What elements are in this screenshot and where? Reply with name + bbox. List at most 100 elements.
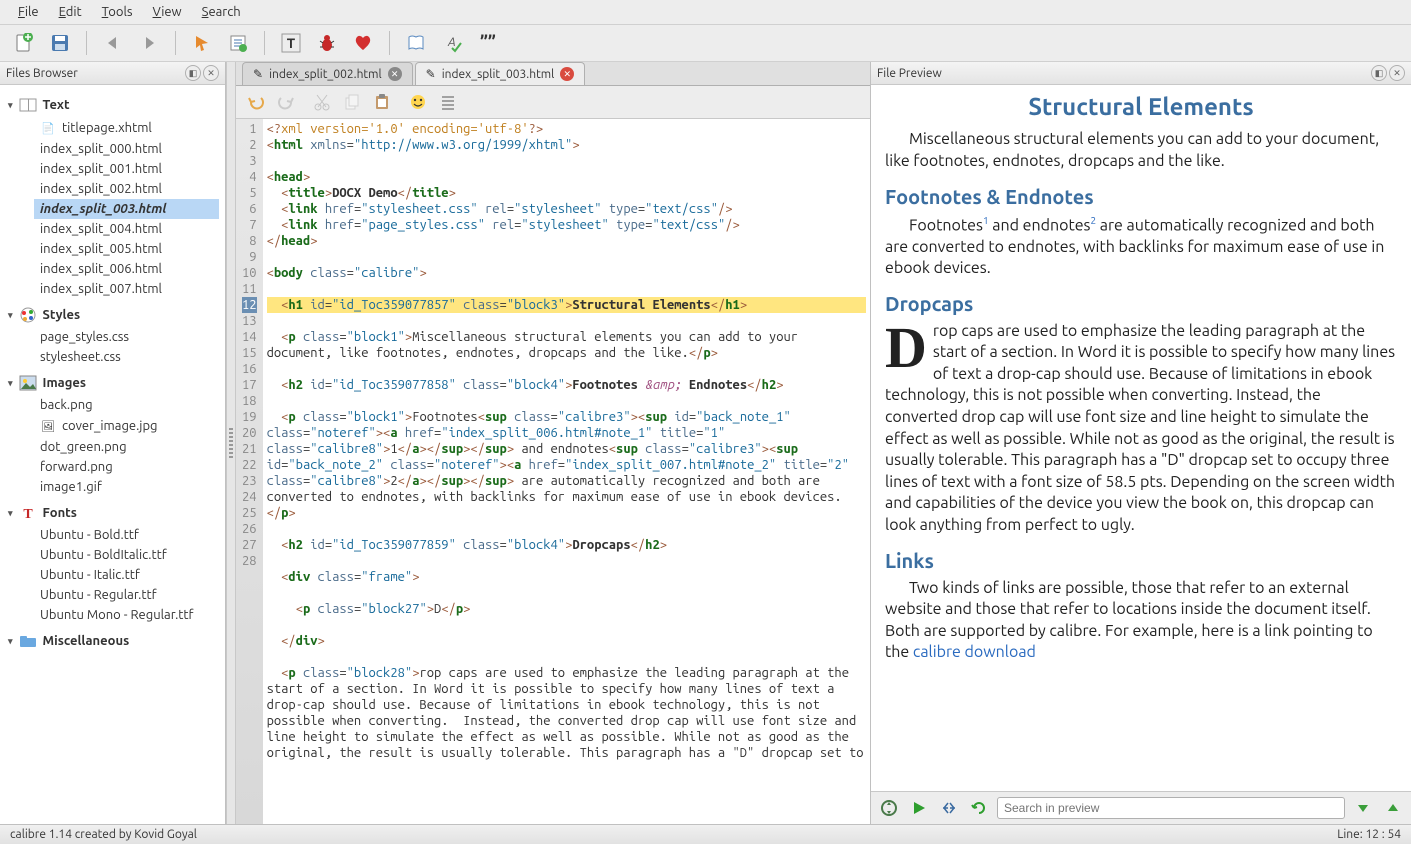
images-section-icon (19, 375, 37, 391)
play-button[interactable] (907, 796, 931, 820)
quote-button[interactable]: ”” (474, 29, 502, 57)
reload-button[interactable] (967, 796, 991, 820)
preview-h2-links: Links (885, 547, 1397, 574)
svg-text:T: T (287, 35, 296, 51)
tree-item[interactable]: 📄titlepage.xhtml (34, 117, 219, 139)
tree-item[interactable]: Ubuntu - BoldItalic.ttf (34, 545, 219, 565)
tree-section-miscellaneous[interactable]: ▾Miscellaneous (6, 629, 219, 653)
tree-item[interactable]: Ubuntu - Regular.ttf (34, 585, 219, 605)
toc-button[interactable] (224, 29, 252, 57)
spellcheck-button[interactable]: A (438, 29, 466, 57)
tree-item[interactable]: Ubuntu Mono - Regular.ttf (34, 605, 219, 625)
menu-tools[interactable]: Tools (92, 2, 143, 22)
tree-section-text[interactable]: ▾Text (6, 93, 219, 117)
pencil-icon: ✎ (426, 67, 436, 81)
files-tree[interactable]: ▾Text📄titlepage.xhtmlindex_split_000.htm… (0, 85, 225, 824)
tree-item[interactable]: index_split_003.html (34, 199, 219, 219)
cut-button[interactable] (310, 90, 334, 114)
pencil-icon: ✎ (253, 67, 263, 81)
main-toolbar: T A ”” (0, 25, 1411, 62)
close-tab-icon[interactable]: ✕ (388, 67, 402, 81)
status-left: calibre 1.14 created by Kovid Goyal (10, 828, 197, 841)
save-button[interactable] (46, 29, 74, 57)
undock-preview-icon[interactable]: ◧ (1371, 65, 1387, 81)
menu-view[interactable]: View (143, 2, 192, 22)
tree-item[interactable]: dot_green.png (34, 437, 219, 457)
svg-text:””: ”” (480, 33, 496, 53)
tree-item[interactable]: stylesheet.css (34, 347, 219, 367)
menu-file[interactable]: File (8, 2, 49, 22)
menu-search[interactable]: Search (192, 2, 251, 22)
tree-item[interactable]: index_split_007.html (34, 279, 219, 299)
debug-button[interactable] (313, 29, 341, 57)
editor-tabs: ✎index_split_002.html✕✎index_split_003.h… (236, 62, 870, 86)
tree-section-images[interactable]: ▾Images (6, 371, 219, 395)
editor-tab[interactable]: ✎index_split_003.html✕ (415, 62, 586, 85)
misc-section-icon (19, 633, 37, 649)
files-browser-header: Files Browser ◧ ✕ (0, 62, 225, 85)
tree-item[interactable]: 🖼cover_image.jpg (34, 415, 219, 437)
tree-item[interactable]: Ubuntu - Bold.ttf (34, 525, 219, 545)
tree-item[interactable]: index_split_005.html (34, 239, 219, 259)
text-section-icon (19, 97, 37, 113)
editor-toolbar (236, 86, 870, 119)
preview-p3: Drop caps are used to emphasize the lead… (885, 321, 1397, 537)
copy-button[interactable] (340, 90, 364, 114)
fonts-section-icon: T (19, 505, 37, 521)
tree-item[interactable]: index_split_001.html (34, 159, 219, 179)
tree-item[interactable]: back.png (34, 395, 219, 415)
svg-text:A: A (447, 36, 456, 49)
status-right: Line: 12 : 54 (1337, 828, 1401, 841)
redo-button[interactable] (274, 90, 298, 114)
tree-item[interactable]: index_split_002.html (34, 179, 219, 199)
tree-item[interactable]: page_styles.css (34, 327, 219, 347)
tree-item[interactable]: index_split_006.html (34, 259, 219, 279)
tree-section-fonts[interactable]: ▾TFonts (6, 501, 219, 525)
tree-item[interactable]: forward.png (34, 457, 219, 477)
tree-item[interactable]: index_split_000.html (34, 139, 219, 159)
new-file-button[interactable] (10, 29, 38, 57)
undock-icon[interactable]: ◧ (185, 65, 201, 81)
calibre-download-link[interactable]: calibre download (913, 643, 1036, 661)
preview-body[interactable]: Structural Elements Miscellaneous struct… (871, 85, 1411, 791)
close-tab-icon[interactable]: ✕ (560, 67, 574, 81)
preview-p4: Two kinds of links are possible, those t… (885, 578, 1397, 664)
search-preview-input[interactable] (997, 797, 1345, 819)
search-next-button[interactable] (1351, 796, 1375, 820)
back-button[interactable] (99, 29, 127, 57)
editor-area: ✎index_split_002.html✕✎index_split_003.h… (236, 62, 871, 824)
file-preview-panel: File Preview ◧ ✕ Structural Elements Mis… (871, 62, 1411, 824)
close-preview-icon[interactable]: ✕ (1389, 65, 1405, 81)
search-prev-button[interactable] (1381, 796, 1405, 820)
tree-item[interactable]: index_split_004.html (34, 219, 219, 239)
preview-h2-footnotes: Footnotes & Endnotes (885, 183, 1397, 210)
styles-section-icon (19, 307, 37, 323)
files-browser-title: Files Browser (6, 67, 78, 80)
tree-item[interactable]: image1.gif (34, 477, 219, 497)
menu-edit[interactable]: Edit (49, 2, 92, 22)
book-button[interactable] (402, 29, 430, 57)
splitter[interactable] (226, 62, 236, 824)
doc-icon: 📄 (40, 120, 56, 136)
files-browser-panel: Files Browser ◧ ✕ ▾Text📄titlepage.xhtmli… (0, 62, 226, 824)
split-button[interactable] (937, 796, 961, 820)
paste-button[interactable] (370, 90, 394, 114)
editor-tab[interactable]: ✎index_split_002.html✕ (242, 62, 413, 85)
forward-button[interactable] (135, 29, 163, 57)
svg-text:T: T (23, 507, 33, 521)
close-panel-icon[interactable]: ✕ (203, 65, 219, 81)
sync-button[interactable] (877, 796, 901, 820)
preview-p2: Footnotes1 and endnotes2 are automatical… (885, 214, 1397, 280)
text-tool-button[interactable]: T (277, 29, 305, 57)
code-editor[interactable]: 1234567891011121314151617181920212223242… (236, 119, 870, 824)
tree-item[interactable]: Ubuntu - Italic.ttf (34, 565, 219, 585)
file-preview-header: File Preview ◧ ✕ (871, 62, 1411, 85)
tree-section-styles[interactable]: ▾Styles (6, 303, 219, 327)
menubar: FileEditToolsViewSearch (0, 0, 1411, 25)
undo-button[interactable] (244, 90, 268, 114)
list-button[interactable] (436, 90, 460, 114)
beautify-button[interactable] (406, 90, 430, 114)
cursor-button[interactable] (188, 29, 216, 57)
favorite-button[interactable] (349, 29, 377, 57)
preview-footer (871, 791, 1411, 824)
